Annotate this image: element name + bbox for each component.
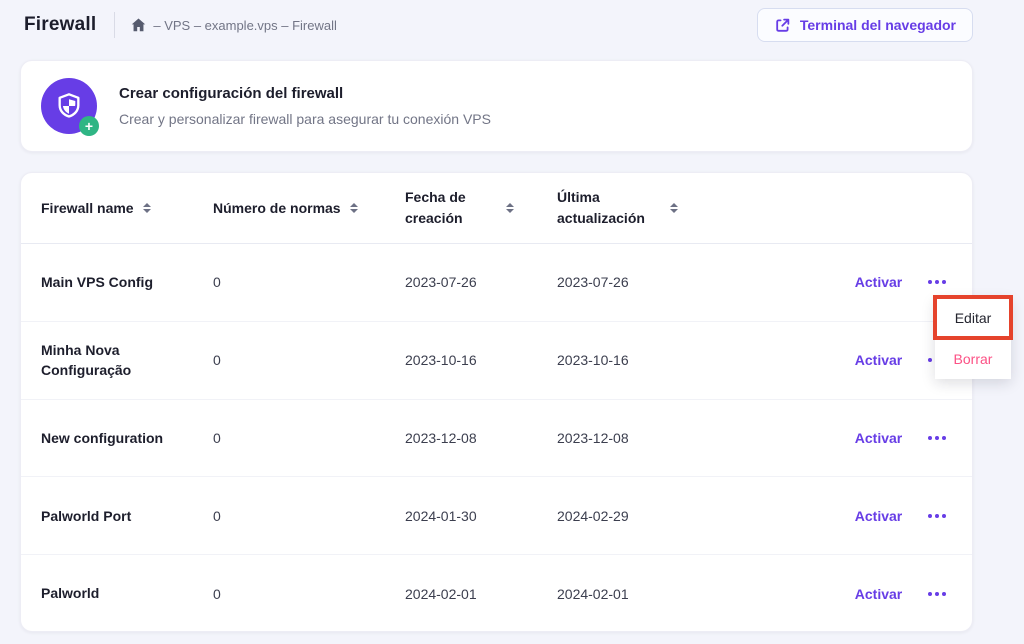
browser-terminal-button[interactable]: Terminal del navegador xyxy=(757,8,973,42)
edit-menu-item[interactable]: Editar xyxy=(935,297,1011,338)
firewall-name: Minha Nova Configuração xyxy=(41,340,213,381)
breadcrumb[interactable]: – VPS – example.vps – Firewall xyxy=(131,18,337,33)
banner-subtitle: Crear y personalizar firewall para asegu… xyxy=(119,111,491,127)
breadcrumb-text: – VPS – example.vps – Firewall xyxy=(153,18,337,33)
row-menu-icon[interactable] xyxy=(922,436,952,440)
updated-date: 2024-02-29 xyxy=(557,508,709,524)
sort-icon[interactable] xyxy=(506,203,514,213)
top-bar: Firewall – VPS – example.vps – Firewall … xyxy=(0,0,1024,50)
rule-count: 0 xyxy=(213,274,405,290)
activate-button[interactable]: Activar xyxy=(835,508,922,524)
table-row: Palworld Port 0 2024-01-30 2024-02-29 Ac… xyxy=(21,477,972,555)
row-menu-icon[interactable] xyxy=(922,514,952,518)
table-row: New configuration 0 2023-12-08 2023-12-0… xyxy=(21,400,972,478)
sort-icon[interactable] xyxy=(670,203,678,213)
table-row: Palworld 0 2024-02-01 2024-02-01 Activar xyxy=(21,555,972,632)
table-row: Minha Nova Configuração 0 2023-10-16 202… xyxy=(21,322,972,400)
updated-date: 2024-02-01 xyxy=(557,586,709,602)
firewall-table-card: Firewall name Número de normas Fecha de … xyxy=(20,172,973,632)
activate-button[interactable]: Activar xyxy=(835,274,922,290)
external-link-icon xyxy=(774,17,791,34)
created-date: 2024-01-30 xyxy=(405,508,557,524)
row-menu-icon[interactable] xyxy=(922,280,952,284)
row-context-menu: Editar Borrar xyxy=(935,297,1011,379)
firewall-name: Palworld xyxy=(41,583,213,603)
updated-date: 2023-10-16 xyxy=(557,352,709,368)
row-menu-icon[interactable] xyxy=(922,592,952,596)
table-row: Main VPS Config 0 2023-07-26 2023-07-26 … xyxy=(21,244,972,322)
delete-menu-item[interactable]: Borrar xyxy=(935,338,1011,379)
sort-icon[interactable] xyxy=(143,203,151,213)
column-header-created[interactable]: Fecha de creación xyxy=(405,187,557,229)
browser-terminal-label: Terminal del navegador xyxy=(800,17,956,33)
firewall-name: Palworld Port xyxy=(41,506,213,526)
activate-button[interactable]: Activar xyxy=(835,586,922,602)
firewall-name: Main VPS Config xyxy=(41,272,213,292)
activate-button[interactable]: Activar xyxy=(835,430,922,446)
divider xyxy=(114,12,115,38)
firewall-name: New configuration xyxy=(41,428,213,448)
rule-count: 0 xyxy=(213,508,405,524)
updated-date: 2023-07-26 xyxy=(557,274,709,290)
activate-button[interactable]: Activar xyxy=(835,352,922,368)
column-header-updated[interactable]: Última actualización xyxy=(557,187,709,229)
created-date: 2024-02-01 xyxy=(405,586,557,602)
table-header-row: Firewall name Número de normas Fecha de … xyxy=(21,173,972,244)
column-header-rule-count[interactable]: Número de normas xyxy=(213,198,405,219)
page-title: Firewall xyxy=(24,14,96,36)
rule-count: 0 xyxy=(213,352,405,368)
table-body: Main VPS Config 0 2023-07-26 2023-07-26 … xyxy=(21,244,972,632)
column-header-firewall-name[interactable]: Firewall name xyxy=(41,198,213,219)
plus-badge: + xyxy=(79,116,99,136)
rule-count: 0 xyxy=(213,430,405,446)
rule-count: 0 xyxy=(213,586,405,602)
create-firewall-banner[interactable]: + Crear configuración del firewall Crear… xyxy=(20,60,973,152)
created-date: 2023-10-16 xyxy=(405,352,557,368)
sort-icon[interactable] xyxy=(350,203,358,213)
home-icon[interactable] xyxy=(131,18,146,32)
created-date: 2023-12-08 xyxy=(405,430,557,446)
shield-plus-icon: + xyxy=(41,78,97,134)
updated-date: 2023-12-08 xyxy=(557,430,709,446)
banner-title: Crear configuración del firewall xyxy=(119,85,491,102)
created-date: 2023-07-26 xyxy=(405,274,557,290)
